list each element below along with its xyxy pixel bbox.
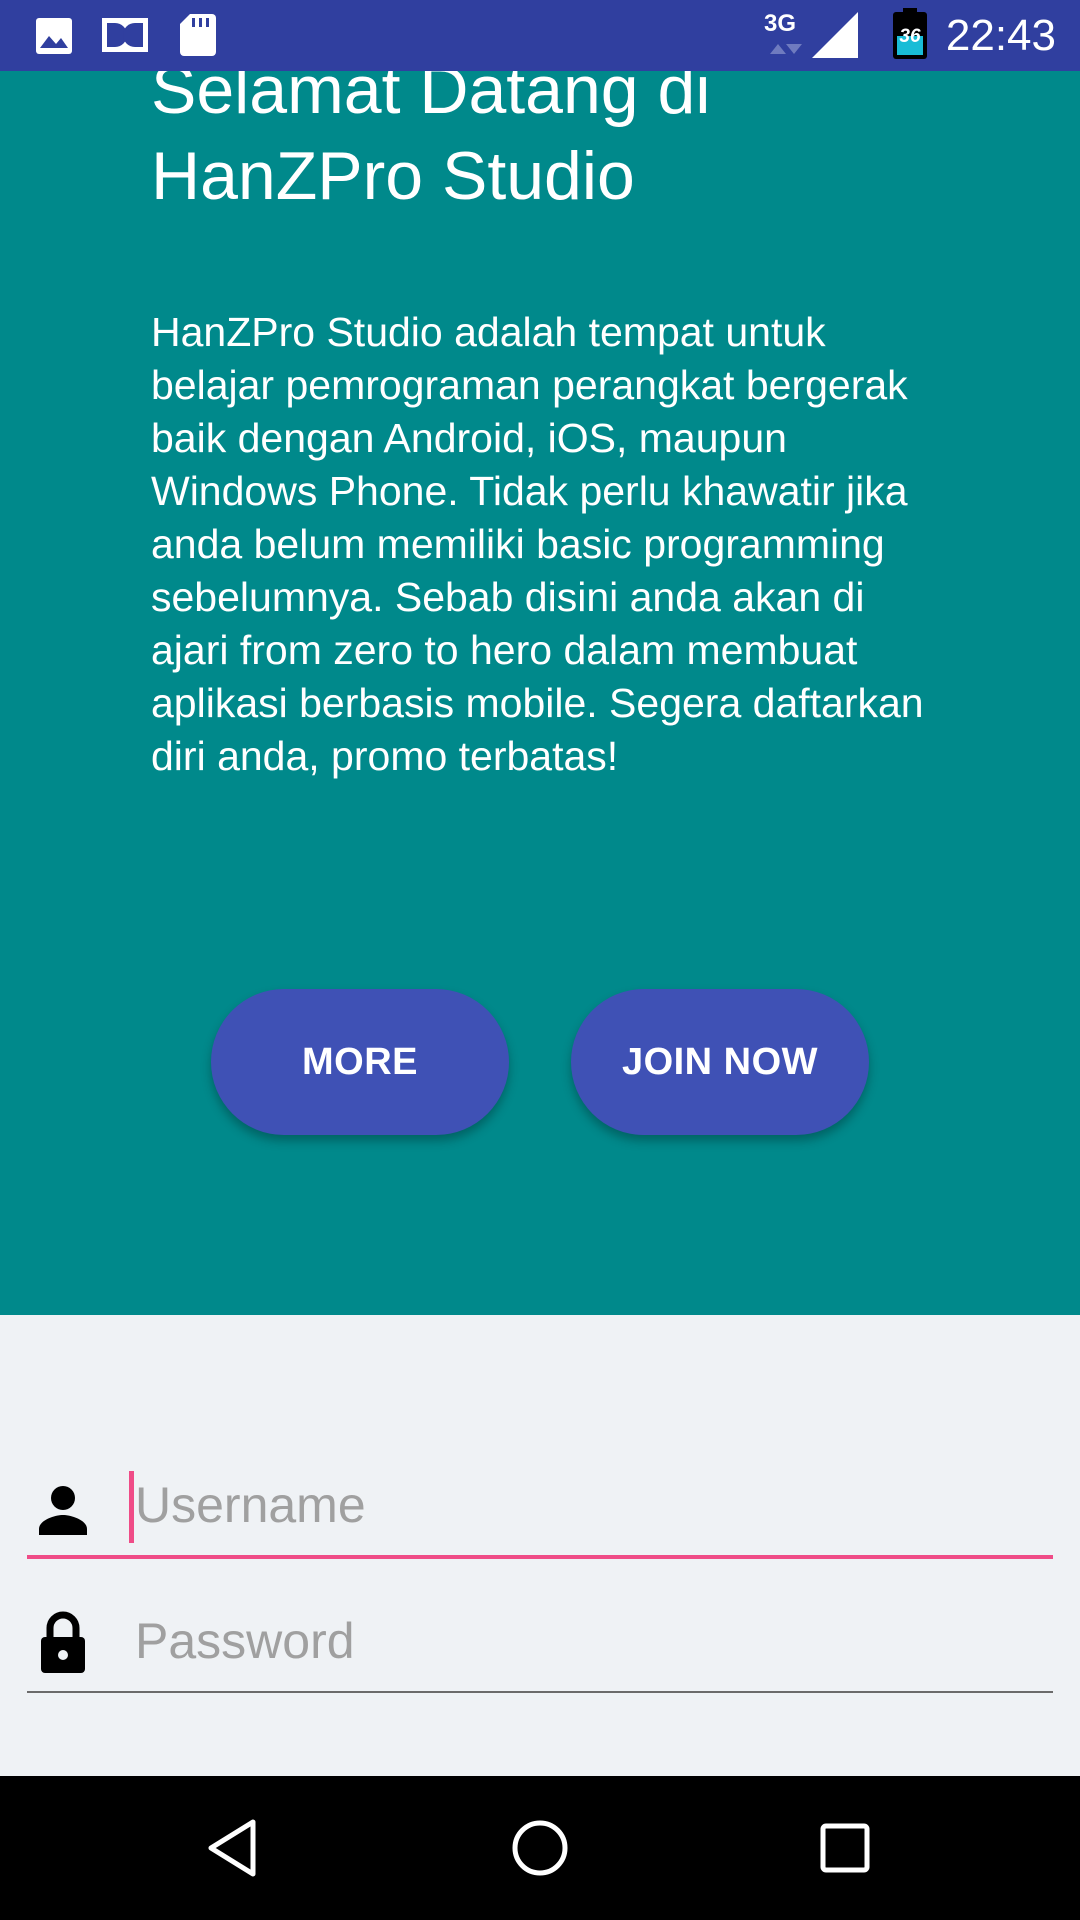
text-cursor	[129, 1471, 134, 1543]
sd-card-icon	[180, 14, 216, 56]
welcome-description: HanZPro Studio adalah tempat untuk belaj…	[151, 309, 924, 779]
password-input[interactable]	[129, 1609, 1035, 1673]
username-input[interactable]	[129, 1473, 1035, 1537]
dolby-icon	[102, 18, 148, 52]
join-now-button[interactable]: JOIN NOW	[571, 989, 869, 1135]
person-icon	[39, 1486, 87, 1535]
signal-icon	[812, 12, 858, 58]
battery-level-label: 36	[899, 26, 921, 47]
data-arrows-icon	[770, 44, 802, 54]
username-field[interactable]	[27, 1455, 1053, 1559]
welcome-section: Selamat Datang di HanZPro Studio HanZPro…	[0, 71, 1080, 1315]
login-form	[0, 1315, 1080, 1776]
more-button[interactable]: MORE	[211, 989, 509, 1135]
home-icon[interactable]	[510, 1818, 570, 1878]
lock-icon	[41, 1611, 85, 1673]
back-icon[interactable]	[203, 1818, 263, 1878]
password-field[interactable]	[27, 1591, 1053, 1693]
clock: 22:43	[945, 11, 1056, 60]
welcome-title: Selamat Datang di HanZPro Studio	[151, 71, 711, 214]
navigation-bar	[0, 1776, 1080, 1920]
recents-icon[interactable]	[815, 1818, 875, 1878]
status-bar: 3G 36 22:43	[0, 0, 1080, 71]
gallery-icon	[36, 18, 72, 54]
network-type-label: 3G	[764, 10, 797, 37]
app-screen: 3G 36 22:43 Selamat Datang di HanZPro St…	[0, 0, 1080, 1920]
